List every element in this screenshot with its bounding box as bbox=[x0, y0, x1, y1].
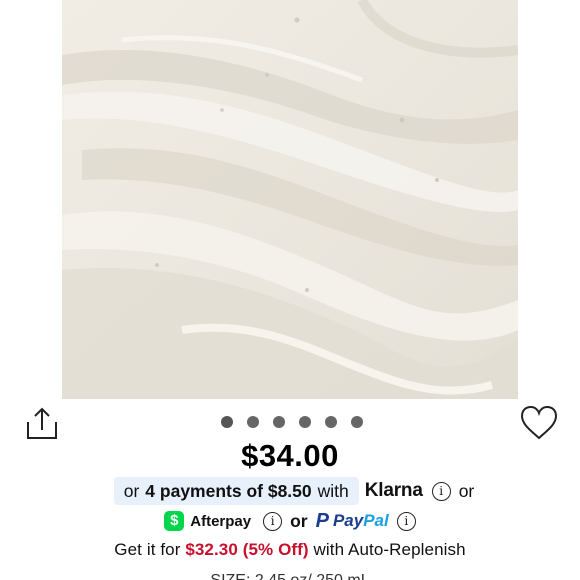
image-carousel-dots bbox=[0, 416, 580, 428]
carousel-dot[interactable] bbox=[351, 416, 363, 428]
product-page: $34.00 or 4 payments of $8.50 with Klarn… bbox=[0, 0, 580, 580]
afterpay-label: Afterpay bbox=[190, 512, 252, 530]
carousel-dot[interactable] bbox=[325, 416, 337, 428]
carousel-dot[interactable] bbox=[299, 416, 311, 428]
klarna-payment-offer[interactable]: or 4 payments of $8.50 with bbox=[113, 477, 359, 505]
klarna-info-icon[interactable]: i bbox=[431, 481, 451, 501]
klarna-or-text: or bbox=[458, 480, 475, 501]
product-size: SIZE: 2.45 oz/ 250 mL bbox=[0, 572, 580, 580]
replenish-suffix: with Auto-Replenish bbox=[313, 540, 466, 559]
carousel-dot[interactable] bbox=[247, 416, 259, 428]
carousel-dot[interactable] bbox=[273, 416, 285, 428]
klarna-payments-amount: 4 payments of $8.50 bbox=[145, 480, 312, 501]
or-text: or bbox=[290, 510, 308, 531]
paypal-label: PayPal bbox=[333, 511, 389, 531]
replenish-prefix: Get it for bbox=[114, 540, 181, 559]
cream-texture-image bbox=[62, 0, 518, 399]
klarna-logo: Klarna bbox=[364, 480, 423, 501]
paypal-icon: P bbox=[315, 509, 329, 532]
product-image[interactable] bbox=[62, 0, 518, 399]
afterpay-info-icon[interactable]: i bbox=[263, 511, 283, 531]
paypal-info-icon[interactable]: i bbox=[396, 511, 416, 531]
product-price: $34.00 bbox=[241, 438, 339, 473]
auto-replenish-offer[interactable]: Get it for $32.30 (5% Off) with Auto-Rep… bbox=[0, 540, 580, 560]
alt-payment-row: $ Afterpay i or P PayPal i bbox=[0, 507, 580, 535]
paypal-pal-text: Pal bbox=[363, 511, 389, 530]
klarna-with: with bbox=[317, 480, 349, 501]
replenish-sale-price: $32.30 (5% Off) bbox=[185, 540, 309, 559]
klarna-prefix: or bbox=[123, 480, 140, 501]
cashapp-icon: $ bbox=[164, 511, 185, 531]
carousel-dot[interactable] bbox=[221, 416, 233, 428]
paypal-pay-text: Pay bbox=[332, 511, 364, 530]
klarna-financing-row: or 4 payments of $8.50 with Klarna i or bbox=[0, 477, 580, 505]
